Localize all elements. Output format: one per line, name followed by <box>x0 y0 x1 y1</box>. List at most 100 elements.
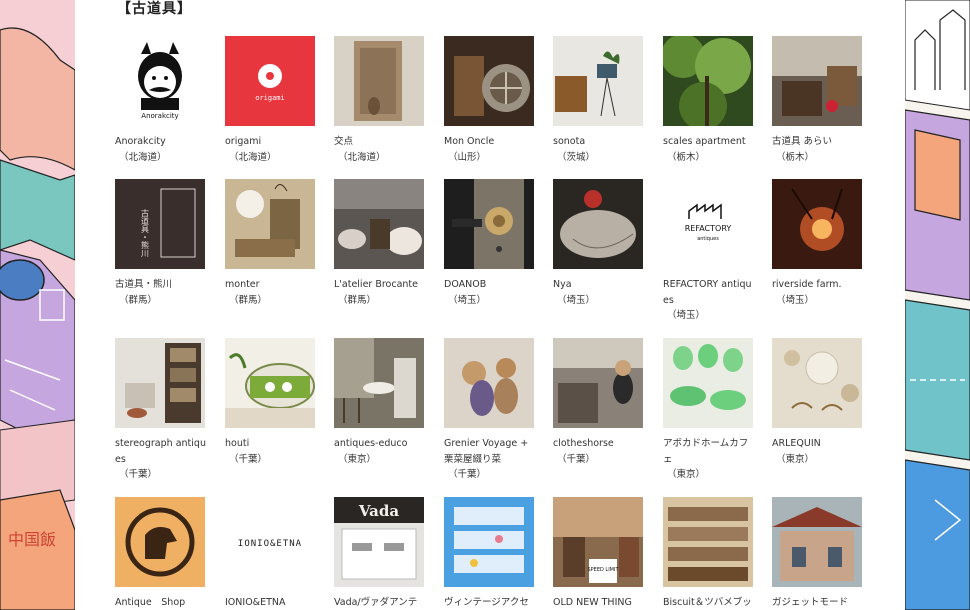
shop-logo-origami[interactable]: origami <box>225 36 315 126</box>
shop-location: （東京） <box>338 453 377 465</box>
svg-text:古道具・熊川: 古道具・熊川 <box>141 208 150 257</box>
shop-location: （埼玉） <box>776 294 815 306</box>
shop-name[interactable]: houti <box>225 436 317 452</box>
shop-name[interactable]: ガジェットモード <box>772 595 864 610</box>
shop-photo[interactable] <box>663 497 753 587</box>
shop-name[interactable]: DOANOB <box>444 277 536 293</box>
shop-name[interactable]: 古道具・熊川 <box>115 277 207 293</box>
shop-name[interactable]: L'atelier Brocante <box>334 277 426 293</box>
shop-photo[interactable] <box>772 179 862 269</box>
svg-text:REFACTORY: REFACTORY <box>685 224 732 233</box>
shop-name[interactable]: Anorakcity <box>115 134 207 150</box>
left-illustration: 中国飯 <box>0 0 75 610</box>
shop-name[interactable]: Mon Oncle <box>444 134 536 150</box>
shop-photo[interactable]: SPEED LIMIT <box>553 497 643 587</box>
shop-location: （群馬） <box>229 294 268 306</box>
shop-photo[interactable] <box>444 497 534 587</box>
shop-name[interactable]: 交点 <box>334 134 426 150</box>
svg-text:Vada: Vada <box>358 502 399 520</box>
shop-card[interactable]: clotheshorse （千葉） <box>553 338 645 467</box>
shop-card[interactable]: REFACTORY antiques REFACTORY antiques （埼玉… <box>663 179 755 324</box>
shop-name[interactable]: Vada/ヴァダアンテ <box>334 595 426 610</box>
shop-name[interactable]: REFACTORY antiques <box>663 277 755 308</box>
shop-location: （茨城） <box>557 151 596 163</box>
illustration-left-art: 中国飯 <box>0 0 75 610</box>
shop-card[interactable]: 交点 （北海道） <box>334 36 426 165</box>
shop-card[interactable]: Antique Shop <box>115 497 207 610</box>
shop-photo[interactable] <box>334 179 424 269</box>
shop-photo[interactable] <box>553 36 643 126</box>
shop-photo[interactable] <box>334 36 424 126</box>
shop-card[interactable]: DOANOB （埼玉） <box>444 179 536 308</box>
shop-photo[interactable] <box>444 338 534 428</box>
shop-row: Antique Shop IONIO&ETNA IONIO&ETNA Vada <box>115 497 875 610</box>
shop-card[interactable]: Nya （埼玉） <box>553 179 645 308</box>
shop-photo[interactable] <box>444 36 534 126</box>
shop-logo-refactory[interactable]: REFACTORY antiques <box>663 179 753 269</box>
shop-name[interactable]: ヴィンテージアクセ <box>444 595 536 610</box>
shop-card[interactable]: riverside farm. （埼玉） <box>772 179 864 308</box>
shop-name[interactable]: origami <box>225 134 317 150</box>
shop-card[interactable]: scales apartment （栃木） <box>663 36 755 165</box>
shop-photo[interactable] <box>772 36 862 126</box>
shop-card[interactable]: Grenier Voyage + 栗菜屋綴り菜 （千葉） <box>444 338 536 483</box>
shop-logo-ionio-etna[interactable]: IONIO&ETNA <box>225 497 315 587</box>
shop-card[interactable]: stereograph antiques （千葉） <box>115 338 207 483</box>
shop-name[interactable]: antiques-educo <box>334 436 426 452</box>
shop-card[interactable]: Vada Vada/ヴァダアンテ <box>334 497 426 610</box>
shop-card[interactable]: Anorakcity Anorakcity （北海道） <box>115 36 207 165</box>
shop-card[interactable]: origami origami （北海道） <box>225 36 317 165</box>
shop-logo-antique-shop[interactable] <box>115 497 205 587</box>
shop-card[interactable]: ガジェットモード <box>772 497 864 610</box>
shop-row: 古道具・熊川 古道具・熊川 （群馬） monter （群馬） L'atelier… <box>115 179 875 338</box>
shop-photo[interactable] <box>444 179 534 269</box>
shop-photo[interactable] <box>663 338 753 428</box>
shop-logo-vada[interactable]: Vada <box>334 497 424 587</box>
shop-photo[interactable] <box>772 338 862 428</box>
shop-card[interactable]: sonota （茨城） <box>553 36 645 165</box>
shop-location: （埼玉） <box>557 294 596 306</box>
shop-location: （東京） <box>776 453 815 465</box>
shop-card[interactable]: 古道具・熊川 古道具・熊川 （群馬） <box>115 179 207 308</box>
shop-name[interactable]: scales apartment <box>663 134 755 150</box>
shop-card[interactable]: IONIO&ETNA IONIO&ETNA <box>225 497 317 610</box>
shop-photo[interactable] <box>225 338 315 428</box>
shop-name[interactable]: stereograph antiques <box>115 436 207 467</box>
shop-photo[interactable]: 古道具・熊川 <box>115 179 205 269</box>
shop-card[interactable]: houti （千葉） <box>225 338 317 467</box>
shop-name[interactable]: sonota <box>553 134 645 150</box>
shop-photo[interactable] <box>553 338 643 428</box>
shop-card[interactable]: ARLEQUIN （東京） <box>772 338 864 467</box>
shop-card[interactable]: Biscuit＆ツバメブッ <box>663 497 755 610</box>
shop-card[interactable]: ヴィンテージアクセ <box>444 497 536 610</box>
shop-photo[interactable] <box>225 179 315 269</box>
shop-card[interactable]: 古道具 あらい （栃木） <box>772 36 864 165</box>
shop-name[interactable]: Biscuit＆ツバメブッ <box>663 595 755 610</box>
shop-name[interactable]: OLD NEW THING <box>553 595 645 610</box>
shop-name[interactable]: ARLEQUIN <box>772 436 864 452</box>
shop-location: （埼玉） <box>667 310 706 321</box>
shop-name[interactable]: Nya <box>553 277 645 293</box>
shop-name[interactable]: IONIO&ETNA <box>225 595 317 610</box>
shop-name[interactable]: Grenier Voyage + 栗菜屋綴り菜 <box>444 436 536 467</box>
shop-photo[interactable] <box>772 497 862 587</box>
shop-name[interactable]: clotheshorse <box>553 436 645 452</box>
shop-card[interactable]: Mon Oncle （山形） <box>444 36 536 165</box>
shop-card[interactable]: monter （群馬） <box>225 179 317 308</box>
shop-photo[interactable] <box>334 338 424 428</box>
shop-photo[interactable] <box>115 338 205 428</box>
svg-text:origami: origami <box>255 94 285 102</box>
shop-name[interactable]: 古道具 あらい <box>772 134 864 150</box>
shop-card[interactable]: アボカドホームカフェ （東京） <box>663 338 755 483</box>
shop-card[interactable]: SPEED LIMIT OLD NEW THING <box>553 497 645 610</box>
shop-photo[interactable] <box>663 36 753 126</box>
shop-name[interactable]: Antique Shop <box>115 595 207 610</box>
right-illustration <box>905 0 970 610</box>
shop-card[interactable]: L'atelier Brocante （群馬） <box>334 179 426 308</box>
shop-card[interactable]: antiques-educo （東京） <box>334 338 426 467</box>
shop-photo[interactable] <box>553 179 643 269</box>
shop-name[interactable]: riverside farm. <box>772 277 864 293</box>
shop-name[interactable]: monter <box>225 277 317 293</box>
shop-logo-anorakcity[interactable]: Anorakcity <box>115 36 205 126</box>
shop-name[interactable]: アボカドホームカフェ <box>663 436 755 467</box>
